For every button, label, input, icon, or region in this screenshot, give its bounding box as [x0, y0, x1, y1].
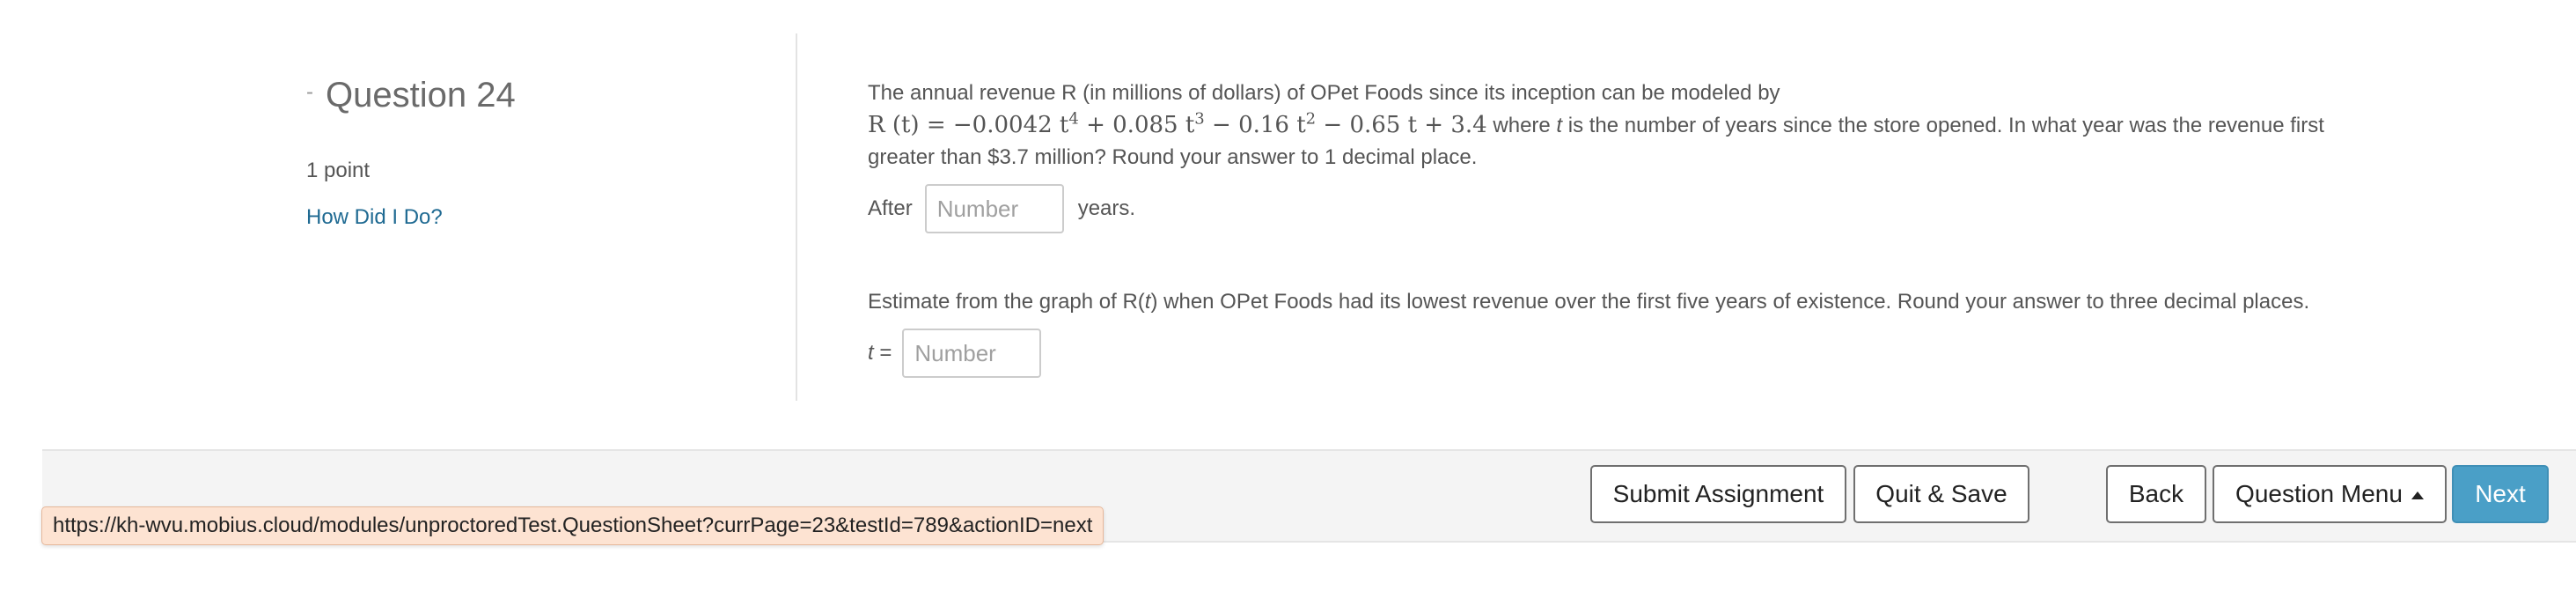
part1-equation-line: R (t) = −0.0042 t4 + 0.085 t3 − 0.16 t2 … — [868, 109, 2364, 142]
answer-prefix: After — [868, 196, 913, 220]
question-title: Question 24 — [326, 76, 516, 115]
part1-text-rest: is the number of years since the store o… — [1567, 114, 2324, 137]
back-button[interactable]: Back — [2106, 465, 2206, 523]
panel-divider — [796, 33, 797, 401]
equation-term4: − 0.65 t + 3.4 — [1316, 112, 1487, 138]
part2-answer-row: t = — [868, 329, 2364, 378]
how-did-i-do-link[interactable]: How Did I Do? — [306, 205, 443, 230]
equation-term3: − 0.16 t — [1204, 112, 1306, 138]
text-where: where — [1486, 114, 1557, 137]
question-points: 1 point — [306, 159, 371, 182]
part1-intro: The annual revenue R (in millions of dol… — [868, 81, 1780, 105]
question-sidebar: - Question 24 1 point How Did I Do? — [0, 0, 796, 401]
revenue-equation: R (t) = −0.0042 t4 + 0.085 t3 − 0.16 t2 … — [868, 109, 1487, 138]
t-label: t = — [868, 337, 892, 369]
year-answer-input[interactable] — [924, 184, 1064, 233]
equation-term1: −0.0042 t — [952, 112, 1069, 138]
equation-lhs: R (t) = — [868, 112, 953, 138]
submit-assignment-button[interactable]: Submit Assignment — [1590, 465, 1846, 523]
part2-function: R(t) — [1122, 290, 1158, 314]
variable-t: t — [1556, 114, 1563, 137]
question-menu-label: Question Menu — [2235, 480, 2403, 507]
question-header: - Question 24 — [306, 76, 516, 115]
answer-suffix: years. — [1077, 196, 1136, 220]
question-menu-button[interactable]: Question Menu — [2213, 465, 2447, 523]
equation-term2: + 0.085 t — [1078, 112, 1195, 138]
equation-exp3: 2 — [1305, 109, 1317, 129]
part2-text-b: when OPet Foods had its lowest revenue o… — [1157, 290, 2310, 314]
part2-prompt: Estimate from the graph of R(t) when OPe… — [868, 286, 2364, 318]
t-label-eq: = — [873, 341, 892, 365]
equation-exp1: 4 — [1068, 109, 1079, 129]
part2-text-a: Estimate from the graph of — [868, 290, 1123, 314]
next-button[interactable]: Next — [2452, 465, 2549, 523]
collapse-icon[interactable]: - — [306, 80, 313, 105]
caret-up-icon — [2411, 491, 2424, 499]
status-bar-url: https://kh-wvu.mobius.cloud/modules/unpr… — [41, 506, 1105, 545]
t-answer-input[interactable] — [902, 329, 1042, 378]
quit-save-button[interactable]: Quit & Save — [1853, 465, 2029, 523]
equation-exp2: 3 — [1194, 109, 1205, 129]
question-content: The annual revenue R (in millions of dol… — [868, 78, 2364, 378]
part1-answer-row: After years. — [868, 184, 2364, 233]
t-label-var: t — [868, 341, 874, 365]
part1-question-line: greater than $3.7 million? Round your an… — [868, 145, 1478, 169]
